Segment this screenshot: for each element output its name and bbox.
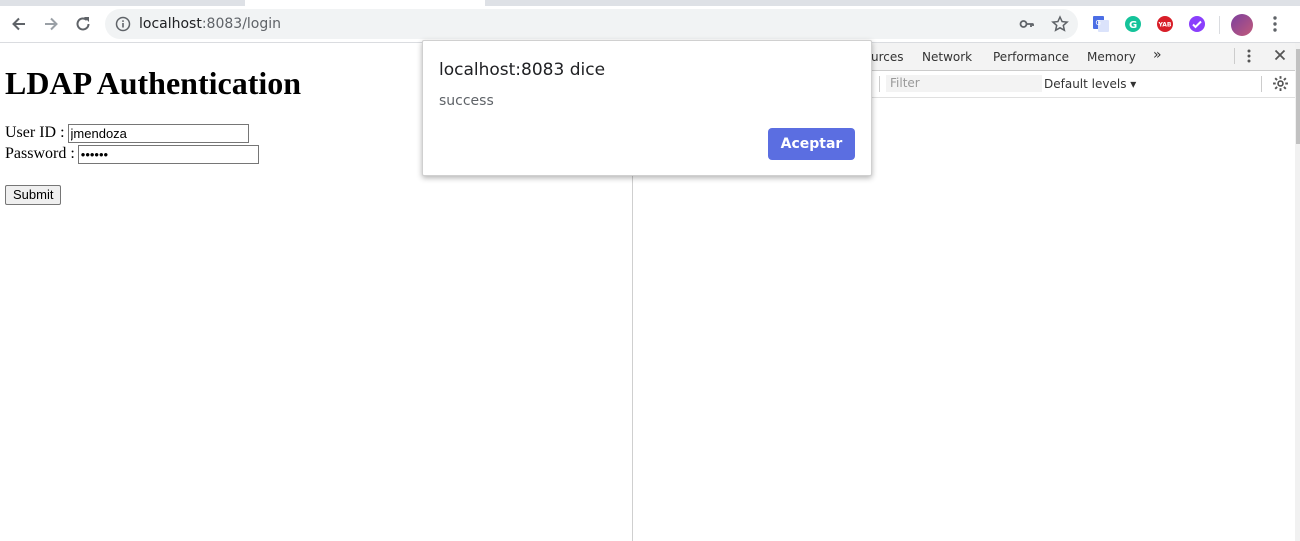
console-settings-separator — [1261, 76, 1262, 92]
submit-button[interactable]: Submit — [5, 185, 62, 205]
devtools-close-icon[interactable] — [1274, 49, 1286, 64]
tab-network[interactable]: Network — [922, 50, 972, 64]
page-title: LDAP Authentication — [5, 65, 302, 101]
log-levels-dropdown[interactable]: Default levels ▾ — [1044, 77, 1136, 91]
tab-memory[interactable]: Memory — [1087, 50, 1136, 64]
settings-gear-icon[interactable] — [1272, 75, 1289, 95]
user-id-input[interactable] — [67, 124, 249, 143]
reload-icon[interactable] — [70, 11, 96, 37]
password-input[interactable] — [77, 145, 259, 164]
browser-toolbar: localhost:8083/login G G YAB — [0, 6, 1300, 43]
forward-icon[interactable] — [38, 11, 64, 37]
profile-avatar[interactable] — [1231, 14, 1253, 36]
devtools-scrollbar[interactable] — [1295, 43, 1300, 541]
password-label: Password : — [5, 145, 75, 163]
yab-extension-icon[interactable]: YAB — [1156, 15, 1174, 33]
svg-text:G: G — [1129, 20, 1137, 31]
back-icon[interactable] — [6, 11, 32, 37]
svg-text:G: G — [1096, 19, 1101, 27]
info-icon[interactable] — [115, 16, 131, 37]
bookmark-star-icon[interactable] — [1051, 15, 1069, 38]
console-toolbar-separator — [879, 76, 880, 92]
url-text: localhost:8083/login — [139, 16, 281, 32]
user-id-row: User ID : — [5, 124, 249, 143]
user-id-label: User ID : — [5, 124, 65, 142]
devtools-menu-icon[interactable] — [1245, 48, 1253, 67]
url-path: :8083/login — [201, 16, 282, 32]
devtools-tab-separator — [1234, 48, 1235, 64]
alert-message: success — [439, 93, 494, 109]
console-filter-input[interactable]: Filter — [886, 75, 1042, 92]
more-tabs-icon[interactable]: » — [1153, 47, 1162, 63]
url-host: localhost — [139, 16, 202, 32]
grammarly-extension-icon[interactable]: G — [1124, 15, 1142, 33]
password-row: Password : — [5, 145, 259, 164]
key-icon[interactable] — [1019, 16, 1035, 37]
tab-performance[interactable]: Performance — [993, 50, 1069, 64]
browser-menu-icon[interactable] — [1267, 15, 1283, 38]
translate-extension-icon[interactable]: G — [1092, 15, 1110, 33]
tab-sources[interactable]: urces — [871, 50, 904, 64]
accept-button[interactable]: Aceptar — [768, 128, 855, 160]
checkmark-extension-icon[interactable] — [1188, 15, 1206, 33]
alert-title: localhost:8083 dice — [439, 60, 606, 80]
toolbar-divider — [1219, 16, 1220, 34]
svg-text:YAB: YAB — [1158, 22, 1172, 29]
address-bar[interactable]: localhost:8083/login — [105, 9, 1078, 39]
scrollbar-thumb[interactable] — [1296, 49, 1300, 144]
alert-dialog: localhost:8083 dice success Aceptar — [422, 40, 872, 176]
